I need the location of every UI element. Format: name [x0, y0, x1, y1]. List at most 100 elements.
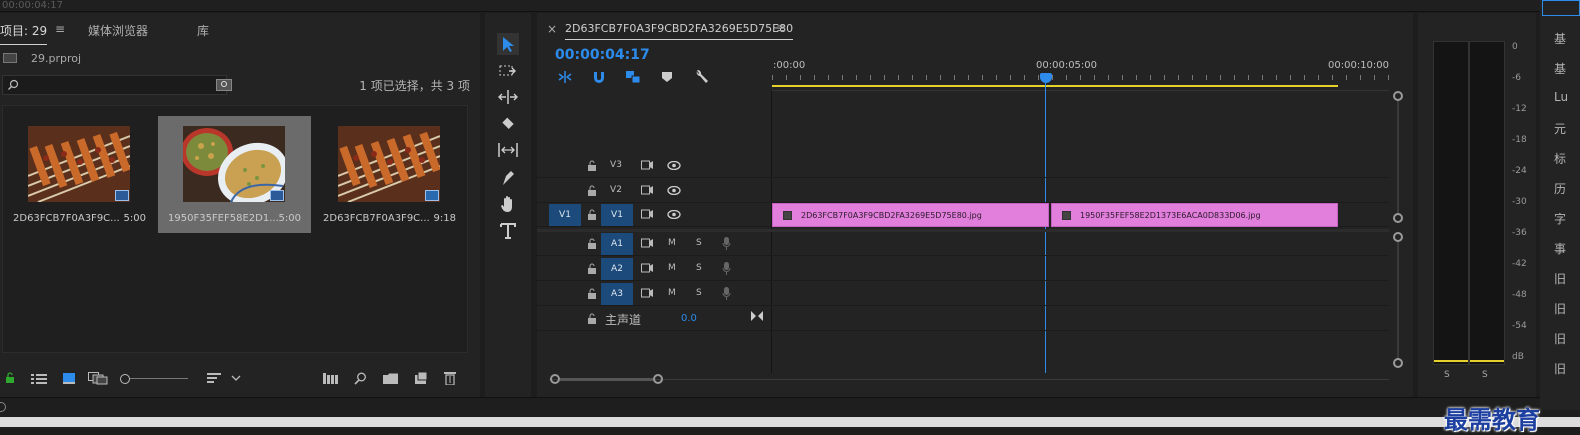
lock-toggle-icon[interactable]: [587, 238, 597, 249]
freeform-view-icon[interactable]: [88, 372, 108, 385]
lock-toggle-icon[interactable]: [587, 185, 597, 196]
sequence-menu-icon[interactable]: ≡: [776, 21, 786, 35]
panel-list-item[interactable]: 字: [1554, 210, 1566, 227]
tab-sequence[interactable]: 2D63FCB7F0A3F9CBD2FA3269E5D75E80: [565, 22, 794, 40]
panel-list-item[interactable]: 标: [1554, 150, 1566, 167]
track-target-a3[interactable]: A3: [601, 283, 633, 305]
panel-list-item[interactable]: 元: [1554, 120, 1566, 137]
eye-icon[interactable]: [667, 210, 681, 219]
work-area-bar[interactable]: [772, 85, 1338, 87]
lock-toggle-icon[interactable]: [587, 313, 597, 324]
slip-tool[interactable]: [497, 139, 519, 161]
project-item[interactable]: 2D63FCB7F0A3F9C... 5:00: [3, 116, 156, 233]
project-menu-icon[interactable]: ≡: [55, 22, 65, 36]
playhead-timecode[interactable]: 00:00:04:17: [555, 47, 650, 63]
trash-icon[interactable]: [444, 371, 456, 385]
eye-icon[interactable]: [667, 161, 681, 170]
tab-project[interactable]: 项目: 29: [0, 22, 48, 45]
track-v2[interactable]: V2: [537, 179, 1389, 203]
eye-icon[interactable]: [667, 186, 681, 195]
panel-list-item[interactable]: 事: [1554, 240, 1566, 257]
panel-list-item[interactable]: 历: [1554, 180, 1566, 197]
tab-library[interactable]: 库: [197, 22, 209, 39]
find-icon[interactable]: [216, 79, 232, 91]
panel-list-item[interactable]: 基: [1554, 30, 1566, 47]
ripple-edit-tool[interactable]: [497, 86, 519, 108]
automate-to-sequence-icon[interactable]: [323, 373, 339, 384]
tools-panel: [485, 13, 531, 397]
hand-tool[interactable]: [497, 193, 519, 215]
microphone-icon[interactable]: [722, 262, 731, 275]
sync-lock-icon[interactable]: [641, 238, 654, 249]
sync-lock-icon[interactable]: [641, 209, 654, 220]
close-tab-icon[interactable]: ×: [547, 22, 557, 36]
tab-media-browser[interactable]: 媒体浏览器: [88, 22, 148, 39]
panel-list-item[interactable]: Lu: [1554, 90, 1568, 104]
time-ruler[interactable]: :00:00 00:00:05:00 00:00:10:00: [772, 57, 1389, 91]
track-target-a2[interactable]: A2: [601, 258, 633, 280]
add-marker-icon[interactable]: [661, 71, 673, 83]
panel-list-item[interactable]: 旧: [1554, 300, 1566, 317]
mute-button[interactable]: M: [668, 288, 676, 298]
project-item-selected[interactable]: 1950F35FEF58E2D1... 5:00: [158, 116, 311, 233]
solo-right-button[interactable]: S: [1482, 370, 1488, 380]
sort-icon[interactable]: [207, 372, 221, 384]
lock-icon[interactable]: [4, 372, 16, 384]
linked-selection-icon[interactable]: [625, 70, 641, 84]
panel-list-item[interactable]: 旧: [1554, 360, 1566, 377]
sync-lock-icon[interactable]: [641, 185, 654, 196]
panel-list-item[interactable]: 旧: [1554, 330, 1566, 347]
track-a3[interactable]: A3 M S: [537, 282, 1389, 306]
new-bin-icon[interactable]: [383, 373, 398, 384]
solo-button[interactable]: S: [696, 238, 702, 248]
nest-toggle-icon[interactable]: [557, 70, 573, 84]
master-volume-value[interactable]: 0.0: [681, 313, 697, 324]
track-v3[interactable]: V3: [537, 154, 1389, 178]
horizontal-zoom-scrollbar[interactable]: [549, 373, 1389, 385]
track-a2[interactable]: A2 M S: [537, 257, 1389, 281]
lock-toggle-icon[interactable]: [587, 263, 597, 274]
microphone-icon[interactable]: [722, 237, 731, 250]
ruler-label: :00:00: [773, 60, 806, 71]
mute-button[interactable]: M: [668, 263, 676, 273]
audio-vertical-scrollbar[interactable]: [1393, 232, 1403, 368]
video-vertical-scrollbar[interactable]: [1393, 91, 1403, 223]
lock-toggle-icon[interactable]: [587, 288, 597, 299]
mute-button[interactable]: M: [668, 238, 676, 248]
selection-tool[interactable]: [497, 33, 519, 55]
timeline-clip[interactable]: 1950F35FEF58E2D1373E6ACA0D833D06.jpg: [1051, 203, 1338, 227]
icon-view-icon[interactable]: [62, 372, 76, 384]
wrench-icon[interactable]: [693, 69, 709, 85]
track-master[interactable]: 主声道 0.0: [537, 307, 1389, 331]
sync-lock-icon[interactable]: [641, 288, 654, 299]
lock-toggle-icon[interactable]: [587, 160, 597, 171]
solo-button[interactable]: S: [696, 288, 702, 298]
thumbnail-image: [183, 126, 285, 202]
panel-list-item[interactable]: 旧: [1554, 270, 1566, 287]
source-patch-v1[interactable]: V1: [549, 204, 581, 226]
track-target-v1[interactable]: V1: [601, 204, 633, 226]
solo-left-button[interactable]: S: [1444, 370, 1450, 380]
pen-tool[interactable]: [497, 167, 519, 189]
lock-toggle-icon[interactable]: [587, 209, 597, 220]
sync-lock-icon[interactable]: [641, 160, 654, 171]
list-view-icon[interactable]: [31, 373, 47, 385]
zoom-slider[interactable]: [120, 373, 190, 385]
razor-tool[interactable]: [497, 113, 519, 135]
timeline-clip[interactable]: 2D63FCB7F0A3F9CBD2FA3269E5D75E80.jpg: [772, 203, 1049, 227]
find-icon[interactable]: [354, 372, 367, 385]
microphone-icon[interactable]: [722, 287, 731, 300]
panel-list-item[interactable]: 基: [1554, 60, 1566, 77]
new-item-icon[interactable]: [414, 372, 427, 384]
solo-button[interactable]: S: [696, 263, 702, 273]
chevron-down-icon[interactable]: [231, 375, 241, 382]
project-item[interactable]: 2D63FCB7F0A3F9C... 9:18: [313, 116, 466, 233]
master-expand-icon[interactable]: [751, 311, 763, 321]
search-input[interactable]: [2, 75, 227, 95]
snap-magnet-icon[interactable]: [592, 70, 606, 84]
track-a1[interactable]: A1 M S: [537, 232, 1389, 256]
track-select-tool[interactable]: [497, 60, 519, 82]
sync-lock-icon[interactable]: [641, 263, 654, 274]
type-tool[interactable]: [497, 220, 519, 242]
track-target-a1[interactable]: A1: [601, 233, 633, 255]
